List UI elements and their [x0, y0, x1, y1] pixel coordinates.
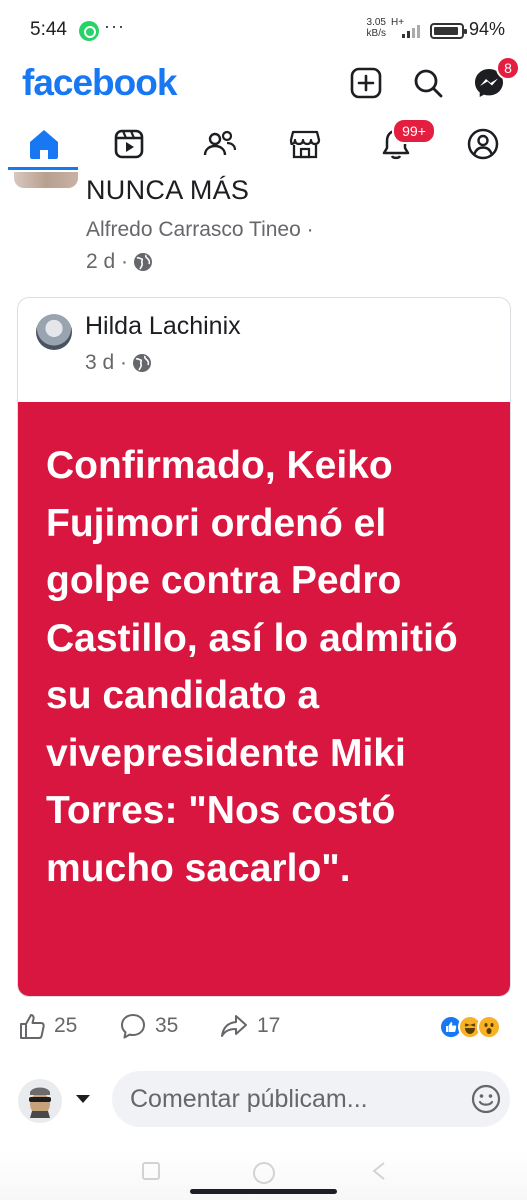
like-icon	[20, 1014, 45, 1039]
post-text: Confirmado, Keiko Fujimori ordenó el gol…	[46, 444, 458, 890]
shared-post-author[interactable]: Hilda Lachinix	[85, 312, 241, 341]
comment-count: 35	[155, 1014, 179, 1037]
shared-post-author-avatar[interactable]	[36, 314, 72, 350]
status-bar: 5:44 ··· 3.05 kB/s H+ 94%	[0, 0, 527, 62]
search-icon	[414, 69, 443, 98]
signal-icon	[402, 25, 420, 38]
previous-post-time[interactable]: 2 d ·	[86, 250, 128, 274]
notifications-badge: 99+	[392, 118, 436, 144]
comment-icon	[121, 1014, 145, 1039]
wow-reaction-icon	[477, 1015, 501, 1039]
plus-square-icon	[350, 67, 382, 99]
status-time: 5:44	[30, 19, 67, 40]
tab-home[interactable]	[19, 122, 69, 166]
home-icon	[30, 130, 58, 159]
marketplace-icon	[289, 130, 321, 159]
previous-post-meta: 2 d ·	[86, 250, 153, 274]
search-button[interactable]	[408, 63, 448, 103]
share-icon	[221, 1015, 247, 1037]
globe-icon	[134, 253, 153, 271]
home-circle-icon[interactable]	[251, 1160, 277, 1186]
comment-button[interactable]: 35	[119, 1012, 178, 1040]
profile-icon	[467, 128, 499, 160]
reaction-bar: 25 35 17	[0, 1012, 527, 1046]
share-count: 17	[257, 1014, 281, 1037]
like-button[interactable]: 25	[18, 1012, 77, 1040]
messenger-badge: 8	[496, 56, 520, 80]
video-icon	[114, 129, 144, 159]
more-notifications-icon: ···	[104, 16, 125, 36]
battery-percent: 94%	[469, 19, 506, 39]
emoji-icon[interactable]	[470, 1083, 502, 1115]
tab-profile[interactable]	[458, 122, 508, 166]
globe-icon	[133, 354, 152, 372]
previous-post-avatar[interactable]	[14, 172, 78, 188]
previous-post-title: NUNCA MÁS	[86, 175, 250, 205]
text-post-background[interactable]: Confirmado, Keiko Fujimori ordenó el gol…	[18, 402, 510, 996]
shared-post-time[interactable]: 3 d ·	[85, 351, 127, 375]
shared-post-card[interactable]: Hilda Lachinix 3 d · Confirmado, Keiko F…	[17, 297, 511, 997]
create-button[interactable]	[346, 63, 386, 103]
comment-placeholder: Comentar públicam...	[130, 1085, 368, 1113]
tab-video[interactable]	[104, 122, 154, 166]
tab-marketplace[interactable]	[280, 122, 330, 166]
comment-input[interactable]: Comentar públicam...	[112, 1071, 510, 1127]
battery-icon	[430, 23, 467, 39]
user-avatar-image	[29, 1087, 51, 1118]
recents-icon[interactable]	[140, 1160, 162, 1182]
network-speed: 3.05 kB/s	[360, 17, 386, 39]
shared-post-meta: 3 d ·	[85, 351, 152, 375]
comment-composer: Comentar públicam...	[0, 1071, 527, 1127]
app-header: facebook 8	[0, 56, 527, 110]
active-tab-indicator	[8, 167, 78, 170]
whatsapp-icon	[79, 21, 99, 41]
previous-post-author[interactable]: Alfredo Carrasco Tineo ·	[86, 218, 314, 242]
friends-icon	[203, 130, 237, 156]
network-speed-value: 3.05	[366, 17, 386, 28]
reaction-summary[interactable]	[439, 1015, 509, 1041]
main-tabs: 99+	[0, 114, 527, 172]
tab-friends[interactable]	[195, 122, 245, 166]
chevron-down-icon[interactable]	[76, 1095, 90, 1103]
network-speed-unit: kB/s	[366, 28, 386, 39]
share-button[interactable]: 17	[219, 1012, 280, 1040]
user-avatar[interactable]	[18, 1079, 62, 1123]
facebook-logo[interactable]: facebook	[22, 62, 177, 104]
like-count: 25	[54, 1014, 78, 1037]
gesture-home-bar[interactable]	[190, 1189, 337, 1194]
back-icon[interactable]	[368, 1160, 390, 1182]
